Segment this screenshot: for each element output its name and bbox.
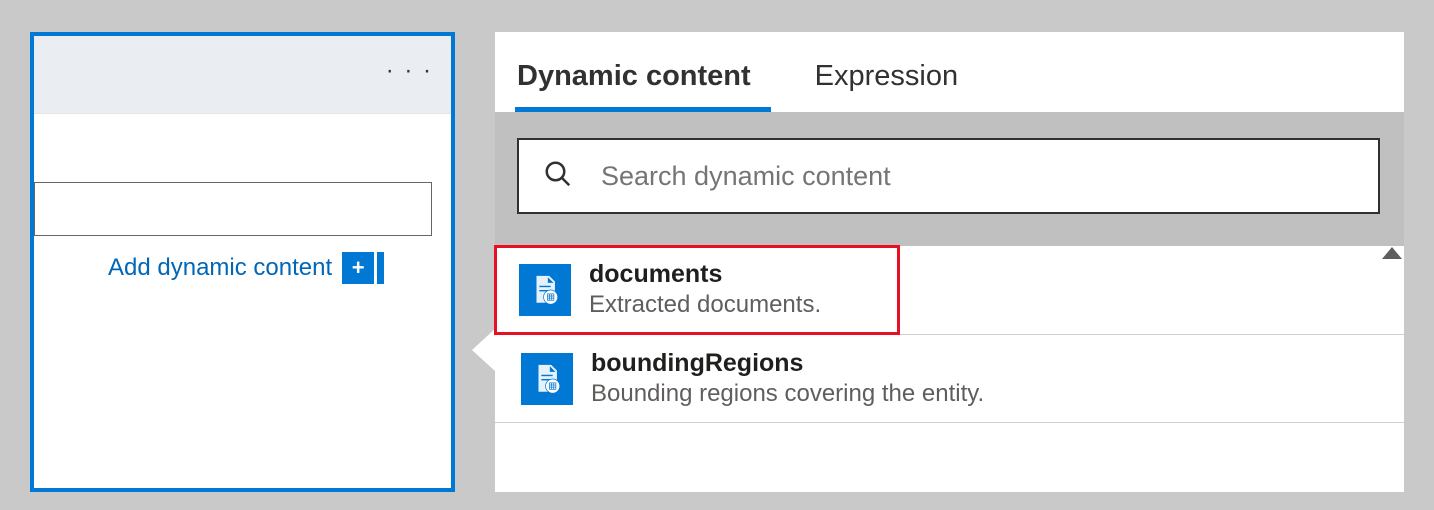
result-item-boundingregions[interactable]: boundingRegions Bounding regions coverin…: [495, 334, 1404, 423]
results-container: documents Extracted documents.: [495, 246, 1404, 423]
document-icon: [521, 353, 573, 405]
result-title: documents: [589, 260, 821, 289]
document-icon: [519, 264, 571, 316]
dynamic-content-panel: Dynamic content Expression: [495, 32, 1404, 492]
more-icon[interactable]: · · ·: [386, 59, 433, 83]
result-item-documents[interactable]: documents Extracted documents.: [495, 246, 899, 334]
search-box[interactable]: [517, 138, 1380, 214]
tab-expression[interactable]: Expression: [813, 60, 986, 111]
callout-arrow-icon: [472, 328, 496, 372]
action-card-header: · · ·: [34, 36, 451, 114]
result-text: documents Extracted documents.: [589, 260, 821, 319]
add-button-accent: [377, 252, 384, 284]
search-icon: [543, 159, 573, 194]
add-button[interactable]: +: [342, 252, 374, 284]
action-card-body: Add dynamic content +: [34, 114, 451, 296]
value-input[interactable]: [34, 182, 432, 236]
result-title: boundingRegions: [591, 349, 984, 378]
add-dynamic-content-link[interactable]: Add dynamic content: [108, 254, 332, 282]
search-section: [495, 112, 1404, 246]
search-input[interactable]: [601, 161, 1354, 192]
add-dynamic-row: Add dynamic content +: [34, 252, 439, 284]
tabs: Dynamic content Expression: [495, 32, 1404, 112]
scroll-up-icon[interactable]: [1382, 247, 1402, 259]
result-description: Bounding regions covering the entity.: [591, 380, 984, 408]
result-description: Extracted documents.: [589, 291, 821, 319]
action-card: · · · Add dynamic content +: [30, 32, 455, 492]
tab-dynamic-content[interactable]: Dynamic content: [515, 60, 779, 111]
result-text: boundingRegions Bounding regions coverin…: [591, 349, 984, 408]
